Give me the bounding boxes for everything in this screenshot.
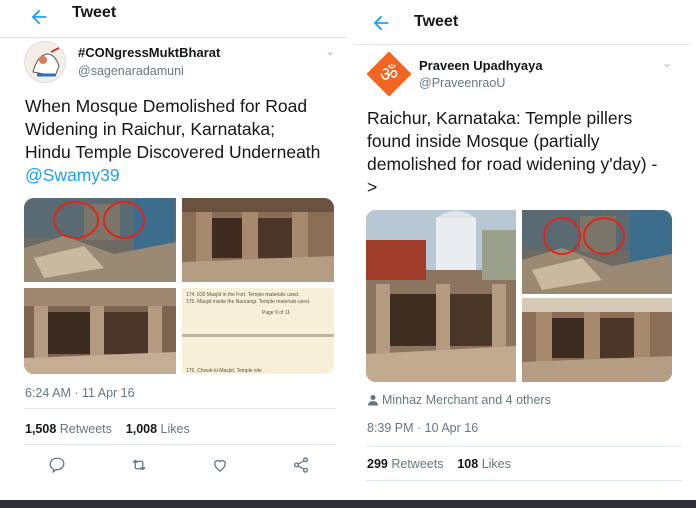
demolished-structure-photo-image (24, 288, 176, 374)
document-page-number: Page 9 of 11 (262, 310, 290, 316)
media-photo-2[interactable] (182, 198, 334, 282)
author-handle[interactable]: @sagenaradamuni (78, 64, 184, 78)
divider (354, 44, 690, 45)
tweet-media-grid[interactable]: 174. 630 Masjid in the Fort. Temple mate… (24, 198, 334, 374)
rubble-photo-image (24, 198, 176, 282)
divider (24, 444, 336, 445)
document-footer: 176. Chowk-ki-Masjid. Temple site (186, 368, 262, 374)
back-arrow-icon[interactable] (28, 6, 50, 28)
likes-label[interactable]: Likes (161, 422, 190, 436)
like-count[interactable]: 108 (457, 457, 478, 471)
timestamp[interactable]: 8:39 PM · 10 Apr 16 (367, 421, 478, 435)
media-photo-1[interactable] (24, 198, 176, 282)
engagement-stats: 299 Retweets 108 Likes (367, 457, 511, 471)
temple-pillars-photo-image (182, 198, 334, 282)
tweet-line: found inside Mosque (partially (367, 131, 600, 151)
om-icon: ॐ (367, 52, 411, 96)
divider (24, 408, 336, 409)
document-divider (182, 334, 334, 337)
person-icon (368, 395, 378, 406)
tweet-line: Widening in Raichur, Karnataka; (25, 119, 275, 139)
document-line: 175. Masjid inside the Naurangi. Temple … (186, 299, 311, 305)
media-photo-3[interactable] (522, 298, 672, 382)
divider (366, 446, 682, 447)
page-title: Tweet (72, 4, 117, 21)
like-icon[interactable] (211, 456, 229, 474)
like-count[interactable]: 1,008 (126, 422, 157, 436)
social-context[interactable]: Minhaz Merchant and 4 others (382, 393, 551, 407)
cartoon-avatar-icon (25, 42, 65, 82)
mosque-demolition-photo-image (366, 210, 516, 382)
document-lines: 174. 630 Masjid in the Fort. Temple mate… (186, 292, 332, 306)
media-document-screenshot[interactable]: 174. 630 Masjid in the Fort. Temple mate… (182, 288, 334, 374)
right-tweet-panel: Tweet ॐ Praveen Upadhyaya @PraveenraoU ⌄… (354, 0, 696, 500)
tweet-text: Raichur, Karnataka: Temple pillers found… (367, 107, 693, 199)
tweet-line: demolished for road widening y'day) - (367, 154, 658, 174)
retweet-icon[interactable] (130, 456, 148, 474)
reply-icon[interactable] (48, 456, 66, 474)
bottom-frame-bar (0, 500, 696, 508)
media-photo-2[interactable] (522, 210, 672, 294)
svg-text:ॐ: ॐ (380, 62, 398, 86)
left-top-bar: Tweet (0, 0, 348, 38)
author-handle[interactable]: @PraveenraoU (419, 76, 505, 90)
author-name[interactable]: #CONgressMuktBharat (78, 45, 220, 60)
engagement-stats: 1,508 Retweets 1,008 Likes (25, 422, 190, 436)
timestamp[interactable]: 6:24 AM · 11 Apr 16 (25, 386, 135, 400)
right-top-bar: Tweet (354, 0, 696, 44)
mention-link[interactable]: @Swamy39 (25, 164, 345, 187)
tweet-text: When Mosque Demolished for Road Widening… (25, 95, 345, 187)
tweet-line: > (367, 177, 378, 197)
retweet-count[interactable]: 1,508 (25, 422, 56, 436)
page-title: Tweet (414, 13, 459, 30)
temple-pillars-photo-image (522, 298, 672, 382)
retweets-label[interactable]: Retweets (391, 457, 443, 471)
share-icon[interactable] (292, 456, 310, 474)
media-photo-3[interactable] (24, 288, 176, 374)
tweet-line: When Mosque Demolished for Road (25, 96, 308, 116)
chevron-down-icon[interactable]: ⌄ (325, 44, 335, 58)
author-name[interactable]: Praveen Upadhyaya (419, 58, 543, 73)
rubble-photo-image (522, 210, 672, 294)
likes-label[interactable]: Likes (482, 457, 511, 471)
retweets-label[interactable]: Retweets (60, 422, 112, 436)
avatar[interactable]: ॐ (367, 52, 411, 96)
retweet-count[interactable]: 299 (367, 457, 388, 471)
avatar[interactable] (24, 41, 66, 83)
left-tweet-panel: Tweet #CONgressMuktBharat @sagenaradamun… (0, 0, 348, 500)
tweet-line: Raichur, Karnataka: Temple pillers (367, 108, 633, 128)
back-arrow-icon[interactable] (370, 12, 392, 34)
media-photo-1[interactable] (366, 210, 516, 382)
document-line: 174. 630 Masjid in the Fort. Temple mate… (186, 292, 300, 298)
chevron-down-icon[interactable]: ⌄ (662, 56, 672, 70)
tweet-line: Hindu Temple Discovered Underneath (25, 142, 321, 162)
divider (366, 480, 682, 481)
tweet-media-grid[interactable] (366, 210, 672, 382)
